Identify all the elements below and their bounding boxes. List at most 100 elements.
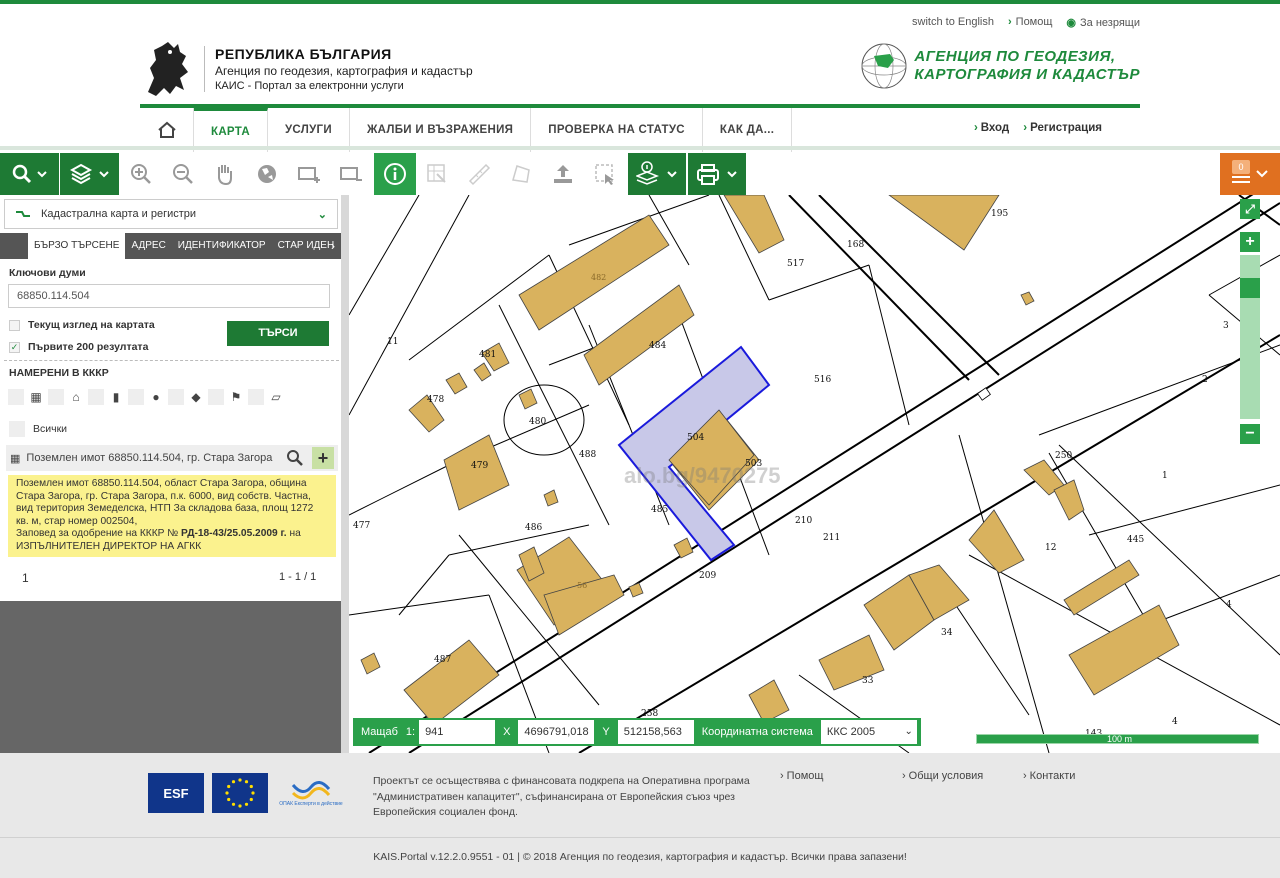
crs-select[interactable]: ККС 2005 ⌄ <box>820 720 917 744</box>
fullscreen-button[interactable]: ⤢ <box>1240 199 1260 219</box>
portal-brand[interactable]: РЕПУБЛИКА БЪЛГАРИЯ Агенция по геодезия, … <box>140 38 473 100</box>
first-200-checkbox[interactable]: ✓ <box>9 341 20 353</box>
help-link[interactable]: › Помощ <box>1008 16 1052 29</box>
register-link[interactable]: › Регистрация <box>1023 122 1102 134</box>
result-type-filters: ▦ ⌂ ▮ ● ◆ ⚑ ▱ <box>8 389 285 405</box>
parcel-label: 195 <box>991 209 1009 219</box>
rectangle-remove-icon <box>340 167 362 181</box>
map-view[interactable]: 195 168 517 3 2 11 481 484 516 478 480 4… <box>349 195 1280 753</box>
parcel-label: 487 <box>434 655 452 665</box>
all-checkbox[interactable] <box>9 421 25 437</box>
filter-checkbox[interactable] <box>128 389 144 405</box>
layer-select[interactable]: Кадастрална карта и регистри ⌄ <box>4 199 338 229</box>
zoom-in-button[interactable]: + <box>1240 232 1260 252</box>
measure-coordinates-tool[interactable] <box>416 153 458 195</box>
page-number[interactable]: 1 <box>22 571 29 585</box>
filter-checkbox[interactable] <box>8 389 24 405</box>
layers-icon <box>69 163 109 185</box>
keywords-input[interactable]: 68850.114.504 <box>8 284 330 308</box>
project-text: Проектът се осъществява с финансовата по… <box>373 775 750 818</box>
footer-contacts-link[interactable]: › Контакти <box>1023 770 1075 782</box>
coordinate-grid-icon <box>427 164 446 183</box>
filter-checkbox[interactable] <box>168 389 184 405</box>
zoom-slider-handle[interactable] <box>1240 278 1260 298</box>
search-dropdown-button[interactable] <box>0 153 59 195</box>
parcel-label: 445 <box>1127 535 1145 545</box>
tab-identifier[interactable]: ИДЕНТИФИКАТОР <box>172 233 272 259</box>
measure-area-tool[interactable] <box>500 153 542 195</box>
parcel-label: 504 <box>687 433 705 443</box>
print-dropdown[interactable] <box>688 153 746 195</box>
layer-select-value: Кадастрална карта и регистри <box>41 208 197 220</box>
scale-bar: 100 m <box>976 734 1259 744</box>
current-view-label: Текущ изглед на картата <box>28 319 155 331</box>
brand-portal: КАИС - Портал за електронни услуги <box>215 80 404 92</box>
layers-small-icon: ◆ <box>191 390 201 404</box>
footer-terms-link[interactable]: › Общи условия <box>902 770 983 782</box>
pan-tool[interactable] <box>204 153 246 195</box>
dashed-select-icon <box>595 164 614 185</box>
chevron-down-icon <box>1256 170 1268 178</box>
zoom-out-button[interactable]: − <box>1240 424 1260 444</box>
accessibility-link[interactable]: ◉ За незрящи <box>1066 16 1140 29</box>
panel-splitter[interactable] <box>341 195 349 753</box>
tab-address[interactable]: АДРЕС <box>125 233 171 259</box>
result-order-number: РД-18-43/25.05.2009 г. <box>181 528 287 540</box>
full-extent-tool[interactable] <box>246 153 288 195</box>
zoom-out-tool[interactable] <box>162 153 204 195</box>
filter-checkbox[interactable] <box>248 389 264 405</box>
printer-icon <box>697 164 737 185</box>
tab-quick-search[interactable]: БЪРЗО ТЪРСЕНЕ <box>28 233 126 259</box>
agency-logo[interactable]: АГЕНЦИЯ ПО ГЕОДЕЗИЯ, КАРТОГРАФИЯ И КАДАС… <box>860 42 1140 90</box>
x-coordinate-input[interactable]: 4696791,018 <box>518 720 595 744</box>
globe-icon <box>258 165 276 183</box>
footer-help-link[interactable]: › Помощ <box>780 770 823 782</box>
all-option[interactable]: Всички <box>9 421 67 437</box>
header-bottom-line <box>0 146 1280 150</box>
parcel-label: 478 <box>427 395 445 405</box>
zoom-in-tool[interactable] <box>120 153 162 195</box>
parcel-label: 12 <box>1045 543 1057 553</box>
first-200-option[interactable]: ✓ Първите 200 резултата <box>9 341 148 353</box>
result-details: Поземлен имот 68850.114.504, област Стар… <box>8 475 336 557</box>
measure-distance-tool[interactable] <box>458 153 500 195</box>
parcel-label: 1 <box>1162 471 1168 481</box>
parcel-label: 34 <box>941 628 953 638</box>
current-view-option[interactable]: Текущ изглед на картата <box>9 319 155 331</box>
map-labels: 195 168 517 3 2 11 481 484 516 478 480 4… <box>349 195 1280 753</box>
search-icon <box>12 164 47 184</box>
top-links: switch to English › Помощ ◉ За незрящи <box>912 16 1140 29</box>
flag-icon: ⚑ <box>230 390 242 404</box>
info-tool[interactable] <box>374 153 416 195</box>
layers-dropdown-button[interactable] <box>60 153 119 195</box>
scale-prefix: 1: <box>405 726 416 738</box>
deselect-area-tool[interactable] <box>330 153 372 195</box>
select-area-tool[interactable] <box>288 153 330 195</box>
upload-tool[interactable] <box>542 153 584 195</box>
filter-checkbox[interactable] <box>88 389 104 405</box>
parcel-label: 479 <box>471 461 489 471</box>
tabs-scroll-right-icon[interactable]: › <box>331 239 335 253</box>
current-view-checkbox[interactable] <box>9 319 20 331</box>
eye-icon: ◉ <box>1066 17 1077 29</box>
footer-logos: ESF ОПАК Експерти в действие <box>148 773 346 813</box>
add-result-button[interactable]: + <box>312 447 334 469</box>
tab-old-identifier[interactable]: СТАР ИДЕН <box>272 233 341 259</box>
switch-language-link[interactable]: switch to English <box>912 16 994 29</box>
ruler-icon <box>468 163 491 186</box>
search-button[interactable]: ТЪРСИ <box>227 321 329 346</box>
result-header[interactable]: ▦ Поземлен имот 68850.114.504, гр. Стара… <box>6 445 338 471</box>
scale-input[interactable]: 941 <box>419 720 496 744</box>
cart-button[interactable]: 0 <box>1220 153 1280 195</box>
parcel-label: 477 <box>353 521 371 531</box>
layer-info-dropdown[interactable] <box>628 153 686 195</box>
result-text: Поземлен имот 68850.114.504, област Стар… <box>16 478 314 527</box>
login-link[interactable]: › Вход <box>974 122 1009 134</box>
parcel-label: 4 <box>1226 600 1232 610</box>
y-coordinate-input[interactable]: 512158,563 <box>617 720 694 744</box>
upload-icon <box>554 165 572 183</box>
filter-checkbox[interactable] <box>48 389 64 405</box>
filter-checkbox[interactable] <box>208 389 224 405</box>
select-tool[interactable] <box>584 153 626 195</box>
zoom-to-result-button[interactable] <box>284 447 306 469</box>
